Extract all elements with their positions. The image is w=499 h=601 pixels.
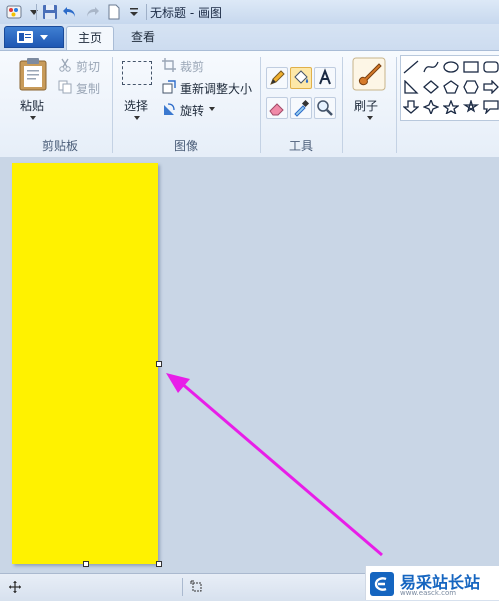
- brush-icon: [352, 57, 386, 91]
- canvas-workspace[interactable]: [0, 157, 499, 573]
- tab-home[interactable]: 主页: [66, 26, 114, 51]
- watermark: 易采站长站 www.easck.com: [365, 566, 499, 600]
- chevron-down-icon: [367, 116, 373, 120]
- five-point-star-shape-icon[interactable]: [443, 100, 459, 114]
- chevron-down-icon: [30, 116, 36, 120]
- magnifier-tool[interactable]: [314, 97, 336, 119]
- selection-size-icon: [190, 580, 202, 592]
- divider: [146, 4, 147, 20]
- rounded-rectangle-shape-icon[interactable]: [483, 60, 499, 74]
- brushes-label: 刷子: [354, 99, 379, 113]
- curve-shape-icon[interactable]: [423, 60, 439, 74]
- magnifier-icon: [317, 100, 333, 116]
- pencil-icon: [270, 70, 285, 85]
- eraser-tool[interactable]: [266, 97, 288, 119]
- text-tool[interactable]: [314, 67, 336, 89]
- watermark-logo-icon: [370, 572, 394, 596]
- copy-icon: [58, 80, 72, 94]
- resize-icon: [162, 80, 176, 94]
- scissors-icon: [59, 58, 71, 72]
- crop-label: 裁剪: [180, 60, 205, 74]
- menu-icon: [17, 31, 33, 43]
- watermark-subtitle: www.easck.com: [400, 589, 457, 597]
- right-arrow-shape-icon[interactable]: [483, 80, 499, 94]
- save-icon[interactable]: [42, 4, 58, 20]
- chevron-down-icon: [134, 116, 140, 120]
- paste-label: 粘贴: [20, 99, 45, 113]
- crop-icon: [162, 58, 176, 72]
- dropdown-arrow-icon[interactable]: [26, 4, 42, 20]
- six-point-star-shape-icon[interactable]: [463, 100, 479, 114]
- tools-group-label: 工具: [288, 139, 313, 153]
- new-file-icon[interactable]: [106, 4, 122, 20]
- divider: [36, 4, 37, 20]
- cut-button[interactable]: 剪切: [58, 57, 104, 75]
- cursor-position-icon: [9, 581, 21, 593]
- shapes-gallery[interactable]: [400, 55, 499, 121]
- paint-bucket-icon: [294, 70, 309, 84]
- polygon-shape-icon[interactable]: [403, 80, 419, 94]
- group-separator: [342, 57, 343, 153]
- tab-view[interactable]: 查看: [120, 26, 166, 50]
- cut-label: 剪切: [76, 60, 101, 74]
- clipboard-icon: [19, 58, 47, 91]
- text-icon: [319, 68, 331, 85]
- pentagon-shape-icon[interactable]: [443, 80, 459, 94]
- undo-icon[interactable]: [62, 4, 78, 20]
- ribbon: 粘贴 剪切 复制 剪贴板 选择 裁剪 重新调整大小 旋转 图像 工具 刷子: [0, 50, 499, 158]
- redo-icon[interactable]: [84, 4, 100, 20]
- group-separator: [396, 57, 397, 153]
- paint-menu-button[interactable]: [4, 26, 64, 48]
- ribbon-tab-row: 主页 查看: [0, 24, 499, 51]
- copy-label: 复制: [76, 82, 101, 96]
- line-shape-icon[interactable]: [403, 60, 419, 74]
- brushes-button[interactable]: 刷子: [348, 55, 392, 129]
- resize-label: 重新调整大小: [180, 82, 253, 96]
- eraser-icon: [269, 103, 284, 116]
- customize-quick-access-icon[interactable]: [126, 4, 142, 20]
- selection-icon: [122, 61, 152, 85]
- divider: [182, 578, 183, 596]
- chevron-down-icon: [40, 35, 48, 40]
- crop-button[interactable]: 裁剪: [162, 57, 222, 75]
- window-title: 无标题 - 画图: [150, 6, 222, 20]
- diamond-shape-icon[interactable]: [423, 80, 439, 94]
- fill-tool[interactable]: [290, 67, 312, 89]
- select-button[interactable]: 选择: [116, 55, 158, 129]
- paste-button[interactable]: 粘贴: [10, 55, 56, 129]
- copy-button[interactable]: 复制: [58, 79, 104, 97]
- rectangle-shape-icon[interactable]: [463, 60, 479, 74]
- rotate-button[interactable]: 旋转: [162, 101, 222, 119]
- clipboard-group-label: 剪贴板: [41, 139, 78, 153]
- group-separator: [260, 57, 261, 153]
- group-separator: [112, 57, 113, 153]
- oval-shape-icon[interactable]: [443, 60, 459, 74]
- callout-shape-icon[interactable]: [483, 100, 499, 114]
- resize-button[interactable]: 重新调整大小: [162, 79, 256, 97]
- pencil-tool[interactable]: [266, 67, 288, 89]
- title-bar: 无标题 - 画图: [0, 0, 499, 25]
- paint-app-icon[interactable]: [6, 4, 22, 20]
- rotate-icon: [164, 103, 175, 115]
- annotation-arrow: [166, 373, 383, 557]
- color-picker-tool[interactable]: [290, 97, 312, 119]
- down-arrow-shape-icon[interactable]: [403, 100, 419, 114]
- eyedropper-icon: [294, 99, 310, 117]
- four-point-star-shape-icon[interactable]: [423, 100, 439, 114]
- image-group-label: 图像: [173, 139, 198, 153]
- select-label: 选择: [124, 99, 149, 113]
- chevron-down-icon: [209, 107, 215, 111]
- rotate-label: 旋转: [180, 104, 205, 118]
- hexagon-shape-icon[interactable]: [463, 80, 479, 94]
